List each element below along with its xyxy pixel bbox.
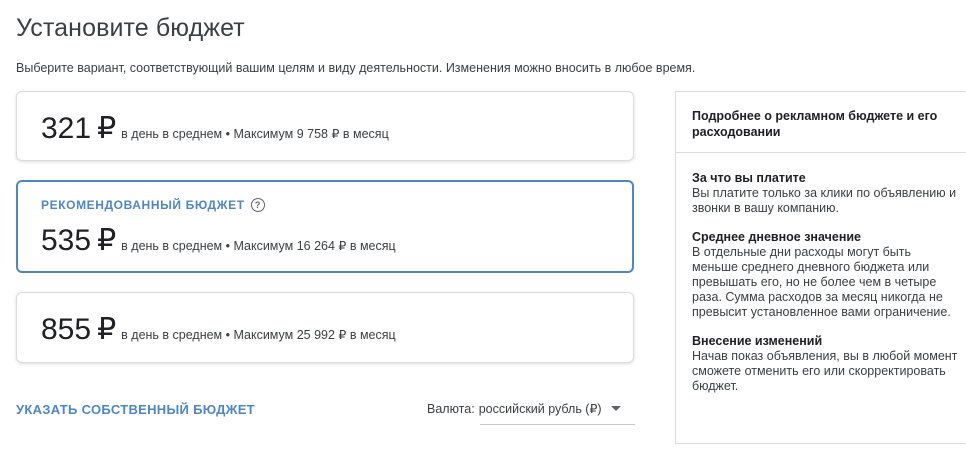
currency-label: Валюта: (427, 401, 475, 416)
info-section-text: Начав показ объявления, вы в любой момен… (692, 349, 958, 393)
budget-info-panel: Подробнее о рекламном бюджете и его расх… (675, 91, 966, 444)
info-section-text: Вы платите только за клики по объявлению… (692, 186, 957, 215)
dropdown-arrow-icon (610, 406, 621, 411)
info-section: Среднее дневное значение В отдельные дни… (692, 230, 958, 320)
currency-selector: Валюта: российский рубль (₽) (427, 401, 621, 416)
budget-detail: в день в среднем • Максимум 9 758 ₽ в ме… (121, 127, 389, 141)
info-panel-header: Подробнее о рекламном бюджете и его расх… (676, 92, 966, 153)
info-section: Внесение изменений Начав показ объявлени… (692, 334, 958, 394)
help-circle-icon[interactable]: ? (250, 198, 265, 212)
page-subtitle: Выберите вариант, соответствующий вашим … (16, 61, 696, 75)
budget-amount: 535 ₽ (41, 224, 117, 257)
info-section: За что вы платите Вы платите только за к… (692, 171, 958, 216)
budget-option-amount-row: 321 ₽ в день в среднем • Максимум 9 758 ₽… (41, 111, 389, 146)
budget-amount: 321 ₽ (41, 112, 117, 145)
info-section-title: Внесение изменений (692, 334, 823, 348)
info-section-title: Среднее дневное значение (692, 230, 862, 244)
budget-detail: в день в среднем • Максимум 25 992 ₽ в м… (121, 328, 396, 342)
currency-dropdown-underline (480, 424, 635, 425)
info-section-text: В отдельные дни расходы могут быть меньш… (692, 245, 951, 319)
page-title: Установите бюджет (16, 14, 245, 42)
info-panel-body: За что вы платите Вы платите только за к… (676, 153, 966, 394)
budget-option-1[interactable]: 321 ₽ в день в среднем • Максимум 9 758 ₽… (16, 91, 634, 161)
currency-dropdown[interactable]: российский рубль (₽) (479, 401, 621, 416)
recommended-badge: РЕКОМЕНДОВАННЫЙ БЮДЖЕТ ? (41, 198, 265, 212)
custom-budget-link[interactable]: УКАЗАТЬ СОБСТВЕННЫЙ БЮДЖЕТ (16, 402, 255, 417)
budget-amount: 855 ₽ (41, 313, 117, 346)
budget-option-3[interactable]: 855 ₽ в день в среднем • Максимум 25 992 … (16, 292, 634, 363)
budget-option-recommended[interactable]: РЕКОМЕНДОВАННЫЙ БЮДЖЕТ ? 535 ₽ в день в с… (16, 180, 634, 273)
budget-option-amount-row: 535 ₽ в день в среднем • Максимум 16 264 … (41, 223, 396, 258)
budget-option-amount-row: 855 ₽ в день в среднем • Максимум 25 992 … (41, 312, 396, 347)
info-section-title: За что вы платите (692, 171, 806, 185)
currency-value: российский рубль (₽) (478, 402, 602, 416)
budget-detail: в день в среднем • Максимум 16 264 ₽ в м… (121, 239, 396, 253)
